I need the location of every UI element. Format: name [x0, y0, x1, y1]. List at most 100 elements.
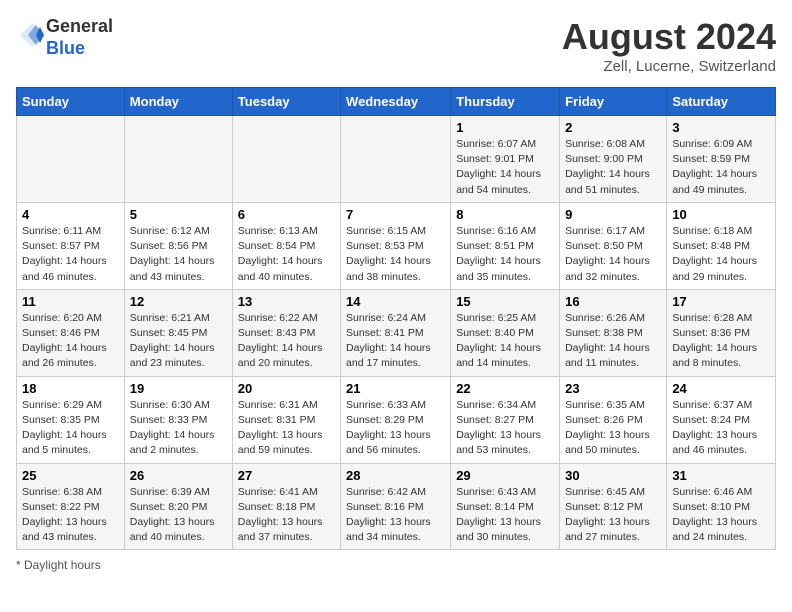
calendar-cell: 27 Sunrise: 6:41 AM Sunset: 8:18 PM Dayli…	[232, 463, 340, 550]
day-number: 17	[672, 294, 770, 309]
day-number: 16	[565, 294, 661, 309]
day-number: 23	[565, 381, 661, 396]
day-number: 9	[565, 207, 661, 222]
day-info: Sunrise: 6:13 AM Sunset: 8:54 PM Dayligh…	[238, 224, 335, 285]
day-info: Sunrise: 6:29 AM Sunset: 8:35 PM Dayligh…	[22, 398, 119, 459]
location-subtitle: Zell, Lucerne, Switzerland	[562, 58, 776, 75]
day-number: 19	[130, 381, 227, 396]
day-number: 21	[346, 381, 445, 396]
calendar-cell	[341, 116, 451, 203]
day-number: 10	[672, 207, 770, 222]
calendar-week-row: 4Sunrise: 6:11 AM Sunset: 8:57 PM Daylig…	[17, 202, 776, 289]
logo-text: General Blue	[46, 16, 113, 59]
logo-icon	[18, 21, 46, 49]
day-info: Sunrise: 6:26 AM Sunset: 8:38 PM Dayligh…	[565, 311, 661, 372]
day-number: 29	[456, 468, 554, 483]
day-info: Sunrise: 6:33 AM Sunset: 8:29 PM Dayligh…	[346, 398, 445, 459]
col-header-tuesday: Tuesday	[232, 88, 340, 116]
day-info: Sunrise: 6:09 AM Sunset: 8:59 PM Dayligh…	[672, 137, 770, 198]
day-info: Sunrise: 6:07 AM Sunset: 9:01 PM Dayligh…	[456, 137, 554, 198]
day-number: 20	[238, 381, 335, 396]
day-info: Sunrise: 6:22 AM Sunset: 8:43 PM Dayligh…	[238, 311, 335, 372]
day-number: 28	[346, 468, 445, 483]
footer-note: * Daylight hours	[16, 558, 776, 572]
day-info: Sunrise: 6:35 AM Sunset: 8:26 PM Dayligh…	[565, 398, 661, 459]
calendar-cell: 7 Sunrise: 6:15 AM Sunset: 8:53 PM Daylig…	[341, 202, 451, 289]
day-info: Sunrise: 6:15 AM Sunset: 8:53 PM Dayligh…	[346, 224, 445, 285]
day-info: Sunrise: 6:30 AM Sunset: 8:33 PM Dayligh…	[130, 398, 227, 459]
calendar-cell: 18 Sunrise: 6:29 AM Sunset: 8:35 PM Dayli…	[17, 376, 125, 463]
month-year-title: August 2024	[562, 16, 776, 58]
calendar-cell: 25Sunrise: 6:38 AM Sunset: 8:22 PM Dayli…	[17, 463, 125, 550]
day-number: 31	[672, 468, 770, 483]
day-number: 12	[130, 294, 227, 309]
day-info: Sunrise: 6:42 AM Sunset: 8:16 PM Dayligh…	[346, 485, 445, 546]
col-header-wednesday: Wednesday	[341, 88, 451, 116]
day-info: Sunrise: 6:24 AM Sunset: 8:41 PM Dayligh…	[346, 311, 445, 372]
calendar-cell: 22Sunrise: 6:34 AM Sunset: 8:27 PM Dayli…	[451, 376, 560, 463]
calendar-cell: 1 Sunrise: 6:07 AM Sunset: 9:01 PM Daylig…	[451, 116, 560, 203]
calendar-table: SundayMondayTuesdayWednesdayThursdayFrid…	[16, 87, 776, 550]
calendar-cell: 21 Sunrise: 6:33 AM Sunset: 8:29 PM Dayli…	[341, 376, 451, 463]
calendar-cell: 14 Sunrise: 6:24 AM Sunset: 8:41 PM Dayli…	[341, 289, 451, 376]
day-info: Sunrise: 6:17 AM Sunset: 8:50 PM Dayligh…	[565, 224, 661, 285]
day-number: 13	[238, 294, 335, 309]
calendar-cell: 4Sunrise: 6:11 AM Sunset: 8:57 PM Daylig…	[17, 202, 125, 289]
calendar-cell: 16 Sunrise: 6:26 AM Sunset: 8:38 PM Dayli…	[560, 289, 667, 376]
calendar-cell: 28 Sunrise: 6:42 AM Sunset: 8:16 PM Dayli…	[341, 463, 451, 550]
calendar-cell: 8Sunrise: 6:16 AM Sunset: 8:51 PM Daylig…	[451, 202, 560, 289]
calendar-cell: 17Sunrise: 6:28 AM Sunset: 8:36 PM Dayli…	[667, 289, 776, 376]
day-number: 30	[565, 468, 661, 483]
day-number: 27	[238, 468, 335, 483]
calendar-cell: 13 Sunrise: 6:22 AM Sunset: 8:43 PM Dayli…	[232, 289, 340, 376]
calendar-cell: 5 Sunrise: 6:12 AM Sunset: 8:56 PM Daylig…	[124, 202, 232, 289]
logo: General Blue	[16, 16, 113, 59]
calendar-week-row: 11 Sunrise: 6:20 AM Sunset: 8:46 PM Dayli…	[17, 289, 776, 376]
calendar-cell: 24Sunrise: 6:37 AM Sunset: 8:24 PM Dayli…	[667, 376, 776, 463]
title-block: August 2024 Zell, Lucerne, Switzerland	[562, 16, 776, 75]
day-info: Sunrise: 6:39 AM Sunset: 8:20 PM Dayligh…	[130, 485, 227, 546]
day-number: 15	[456, 294, 554, 309]
page-header: General Blue August 2024 Zell, Lucerne, …	[16, 16, 776, 75]
day-number: 7	[346, 207, 445, 222]
day-number: 26	[130, 468, 227, 483]
calendar-cell: 3 Sunrise: 6:09 AM Sunset: 8:59 PM Daylig…	[667, 116, 776, 203]
day-info: Sunrise: 6:20 AM Sunset: 8:46 PM Dayligh…	[22, 311, 119, 372]
day-number: 5	[130, 207, 227, 222]
calendar-week-row: 18 Sunrise: 6:29 AM Sunset: 8:35 PM Dayli…	[17, 376, 776, 463]
calendar-week-row: 25Sunrise: 6:38 AM Sunset: 8:22 PM Dayli…	[17, 463, 776, 550]
calendar-cell: 31 Sunrise: 6:46 AM Sunset: 8:10 PM Dayli…	[667, 463, 776, 550]
calendar-cell: 26 Sunrise: 6:39 AM Sunset: 8:20 PM Dayli…	[124, 463, 232, 550]
calendar-cell: 20 Sunrise: 6:31 AM Sunset: 8:31 PM Dayli…	[232, 376, 340, 463]
day-info: Sunrise: 6:38 AM Sunset: 8:22 PM Dayligh…	[22, 485, 119, 546]
calendar-cell: 11 Sunrise: 6:20 AM Sunset: 8:46 PM Dayli…	[17, 289, 125, 376]
day-number: 18	[22, 381, 119, 396]
day-info: Sunrise: 6:34 AM Sunset: 8:27 PM Dayligh…	[456, 398, 554, 459]
day-info: Sunrise: 6:16 AM Sunset: 8:51 PM Dayligh…	[456, 224, 554, 285]
day-info: Sunrise: 6:11 AM Sunset: 8:57 PM Dayligh…	[22, 224, 119, 285]
calendar-cell: 12Sunrise: 6:21 AM Sunset: 8:45 PM Dayli…	[124, 289, 232, 376]
day-info: Sunrise: 6:46 AM Sunset: 8:10 PM Dayligh…	[672, 485, 770, 546]
day-info: Sunrise: 6:25 AM Sunset: 8:40 PM Dayligh…	[456, 311, 554, 372]
calendar-header-row: SundayMondayTuesdayWednesdayThursdayFrid…	[17, 88, 776, 116]
col-header-saturday: Saturday	[667, 88, 776, 116]
day-number: 14	[346, 294, 445, 309]
day-info: Sunrise: 6:37 AM Sunset: 8:24 PM Dayligh…	[672, 398, 770, 459]
day-number: 11	[22, 294, 119, 309]
calendar-cell	[232, 116, 340, 203]
day-number: 3	[672, 120, 770, 135]
col-header-friday: Friday	[560, 88, 667, 116]
calendar-cell: 30 Sunrise: 6:45 AM Sunset: 8:12 PM Dayli…	[560, 463, 667, 550]
day-info: Sunrise: 6:45 AM Sunset: 8:12 PM Dayligh…	[565, 485, 661, 546]
calendar-cell: 15 Sunrise: 6:25 AM Sunset: 8:40 PM Dayli…	[451, 289, 560, 376]
day-info: Sunrise: 6:12 AM Sunset: 8:56 PM Dayligh…	[130, 224, 227, 285]
day-info: Sunrise: 6:08 AM Sunset: 9:00 PM Dayligh…	[565, 137, 661, 198]
calendar-cell: 19 Sunrise: 6:30 AM Sunset: 8:33 PM Dayli…	[124, 376, 232, 463]
calendar-cell: 10 Sunrise: 6:18 AM Sunset: 8:48 PM Dayli…	[667, 202, 776, 289]
day-number: 6	[238, 207, 335, 222]
day-info: Sunrise: 6:31 AM Sunset: 8:31 PM Dayligh…	[238, 398, 335, 459]
day-number: 1	[456, 120, 554, 135]
day-number: 2	[565, 120, 661, 135]
day-info: Sunrise: 6:41 AM Sunset: 8:18 PM Dayligh…	[238, 485, 335, 546]
day-info: Sunrise: 6:18 AM Sunset: 8:48 PM Dayligh…	[672, 224, 770, 285]
